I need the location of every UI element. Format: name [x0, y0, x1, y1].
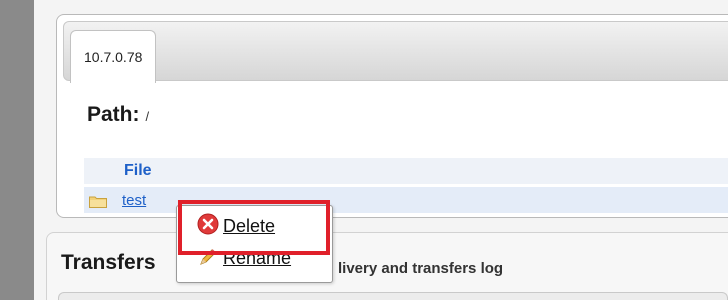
path-value: /	[145, 109, 150, 124]
transfers-inner-panel	[58, 292, 728, 300]
menu-item-delete[interactable]: Delete	[197, 213, 276, 237]
menu-item-delete-label: Delete	[223, 216, 276, 236]
file-column-header[interactable]: File	[84, 158, 728, 184]
folder-icon	[89, 196, 107, 208]
transfers-subtitle: livery and transfers log	[338, 260, 504, 277]
path-row: Path: /	[87, 103, 149, 127]
menu-item-rename[interactable]: Rename	[199, 248, 291, 269]
transfers-title: Transfers	[61, 251, 156, 274]
file-browser-panel: 10.7.0.78 Path: / File test	[56, 14, 728, 218]
left-sidebar-rail	[0, 0, 34, 300]
file-column-header-label: File	[124, 162, 152, 179]
file-link-test[interactable]: test	[122, 192, 146, 209]
menu-item-rename-label: Rename	[223, 248, 292, 268]
delete-icon	[197, 213, 219, 234]
tab-bar: 10.7.0.78	[63, 21, 728, 83]
tab-host[interactable]: 10.7.0.78	[70, 30, 157, 83]
tab-label: 10.7.0.78	[84, 49, 143, 65]
context-menu: Delete Rename	[176, 205, 333, 283]
pencil-icon	[200, 248, 216, 265]
path-label: Path:	[87, 103, 140, 126]
